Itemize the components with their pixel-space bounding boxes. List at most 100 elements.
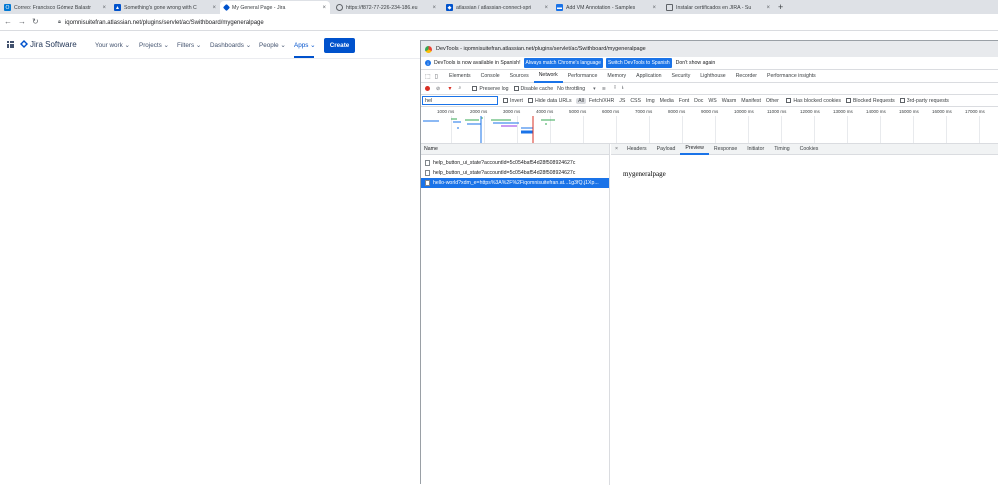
close-icon[interactable]: × [766,5,770,11]
filter-type-font[interactable]: Font [676,98,691,104]
tab-payload[interactable]: Payload [652,144,681,155]
switch-to-spanish-button[interactable]: Switch DevTools to Spanish [605,58,672,68]
network-conditions-icon[interactable]: ≋ [602,86,606,92]
filter-type-fetch-xhr[interactable]: Fetch/XHR [586,98,616,104]
request-details: × Headers Payload Preview Response Initi… [611,144,998,485]
browser-tab-ngrok[interactable]: https://f872-77-226-234-186.eu × [332,1,440,14]
address-bar[interactable]: 🔒︎ iqomnisuitefran.atlassian.net/plugins… [50,16,990,29]
close-details-icon[interactable]: × [611,146,622,152]
filter-input-value: hel [425,97,433,104]
filter-type-js[interactable]: JS [617,98,628,104]
request-row-selected[interactable]: hello-world?xdm_e=https%3A%2F%2Fiqomnisu… [421,178,609,188]
close-icon[interactable]: × [102,5,106,11]
close-icon[interactable]: × [544,5,548,11]
browser-tab-outlook[interactable]: O Correo: Francisco Gómez Balastr × [0,1,110,14]
browser-tab-certificados[interactable]: Instalar certificados en JIRA - Su × [662,1,774,14]
tab-cookies[interactable]: Cookies [795,144,824,155]
forward-arrow-icon[interactable]: → [18,17,26,26]
close-icon[interactable]: × [322,5,326,11]
tab-timing[interactable]: Timing [769,144,794,155]
filter-type-wasm[interactable]: Wasm [719,98,739,104]
inspect-icon[interactable]: ⬚ [425,73,431,80]
docs-icon: ▬ [556,4,563,11]
filter-type-all[interactable]: All [575,97,587,104]
timeline-gridline [616,116,617,143]
nav-people[interactable]: People ⌄ [259,42,286,49]
nav-label: People [259,42,279,49]
request-row[interactable]: help_button_ui_state?accountId=5c054baf5… [421,168,609,178]
close-icon[interactable]: × [212,5,216,11]
search-icon[interactable]: ⌕ [459,85,462,92]
blocked-cookies-checkbox[interactable] [786,98,792,103]
timeline-tick-label: 1000 ms [437,109,455,114]
tab-elements[interactable]: Elements [444,70,476,83]
filter-type-img[interactable]: Img [643,98,657,104]
create-button[interactable]: Create [324,38,355,53]
nav-projects[interactable]: Projects ⌄ [139,42,169,49]
import-icon[interactable]: ⭱ [614,84,616,93]
filter-input[interactable]: hel [422,96,498,105]
back-arrow-icon[interactable]: ← [4,17,12,26]
nav-apps[interactable]: Apps ⌄ [294,42,315,49]
hide-data-urls-checkbox[interactable] [527,98,533,103]
browser-tab-vm-annotation[interactable]: ▬ Add VM Annotation - Samples × [552,1,660,14]
tab-title: atlassian / atlassian-connect-spri [456,4,532,11]
disable-cache-checkbox[interactable] [513,86,519,91]
nav-filters[interactable]: Filters ⌄ [177,42,201,49]
filter-type-css[interactable]: CSS [628,98,644,104]
preserve-log-checkbox[interactable] [472,86,478,91]
always-match-language-button[interactable]: Always match Chrome's language [523,58,603,68]
blocked-requests-checkbox[interactable] [845,98,851,103]
tab-sources[interactable]: Sources [505,70,534,83]
close-icon[interactable]: × [652,5,656,11]
nav-your-work[interactable]: Your work ⌄ [95,42,130,49]
third-party-checkbox[interactable] [899,98,905,103]
filter-type-ws[interactable]: WS [706,98,719,104]
filter-icon[interactable]: ▼ [447,86,452,92]
tab-recorder[interactable]: Recorder [731,70,762,83]
tab-preview[interactable]: Preview [680,144,709,155]
filter-type-manifest[interactable]: Manifest [739,98,764,104]
tab-initiator[interactable]: Initiator [742,144,769,155]
tab-headers[interactable]: Headers [622,144,652,155]
request-name: hello-world?xdm_e=https%3A%2F%2Fiqomnisu… [433,180,599,186]
invert-checkbox[interactable] [503,98,508,103]
record-icon[interactable] [425,86,430,91]
devtools-titlebar: DevTools - iqomnisuitefran.atlassian.net… [421,41,998,57]
tab-performance[interactable]: Performance [563,70,603,83]
browser-tab-bitbucket[interactable]: ◆ atlassian / atlassian-connect-spri × [442,1,552,14]
timeline-tick-label: 8000 ms [668,109,686,114]
tab-memory[interactable]: Memory [602,70,631,83]
close-icon[interactable]: × [432,5,436,11]
timeline-tick-label: 15000 ms [899,109,919,114]
tab-console[interactable]: Console [476,70,505,83]
tab-lighthouse[interactable]: Lighthouse [695,70,730,83]
tab-response[interactable]: Response [709,144,742,155]
new-tab-button[interactable]: + [778,2,783,12]
export-icon[interactable]: ⭳ [622,84,624,93]
filter-type-doc[interactable]: Doc [692,98,706,104]
reload-icon[interactable]: ↻ [32,17,39,26]
network-overview-timeline[interactable]: 1000 ms 2000 ms 3000 ms 4000 ms 5000 ms 6000 … [421,107,998,144]
name-column-header[interactable]: Name [421,144,609,155]
tab-application[interactable]: Application [631,70,666,83]
tab-network[interactable]: Network [533,70,563,83]
browser-tab-jira[interactable]: My General Page - Jira × [220,1,330,14]
clear-icon[interactable]: ⊘ [436,86,440,92]
devtools-tabbar: ⬚ ▯ Elements Console Sources Network Per… [421,70,998,83]
nav-dashboards[interactable]: Dashboards ⌄ [210,42,251,49]
filter-type-other[interactable]: Other [763,98,781,104]
dont-show-again-link[interactable]: Don't show again [676,60,716,66]
timeline-waterfall [423,116,555,143]
device-toolbar-icon[interactable]: ▯ [435,73,438,80]
throttling-select[interactable]: No throttling [557,86,585,92]
filter-type-media[interactable]: Media [657,98,676,104]
tab-security[interactable]: Security [667,70,696,83]
request-row[interactable]: help_button_ui_state?accountId=5c054baf5… [421,158,609,168]
app-switcher-icon[interactable] [7,41,14,48]
disable-cache-label: Disable cache [520,85,554,92]
tab-performance-insights[interactable]: Performance insights [762,70,821,83]
jira-logo-icon[interactable] [20,40,28,48]
jira-logo-text[interactable]: Jira Software [30,40,77,49]
browser-tab-atlassian-error[interactable]: ▲ Something's gone wrong with C × [110,1,220,14]
